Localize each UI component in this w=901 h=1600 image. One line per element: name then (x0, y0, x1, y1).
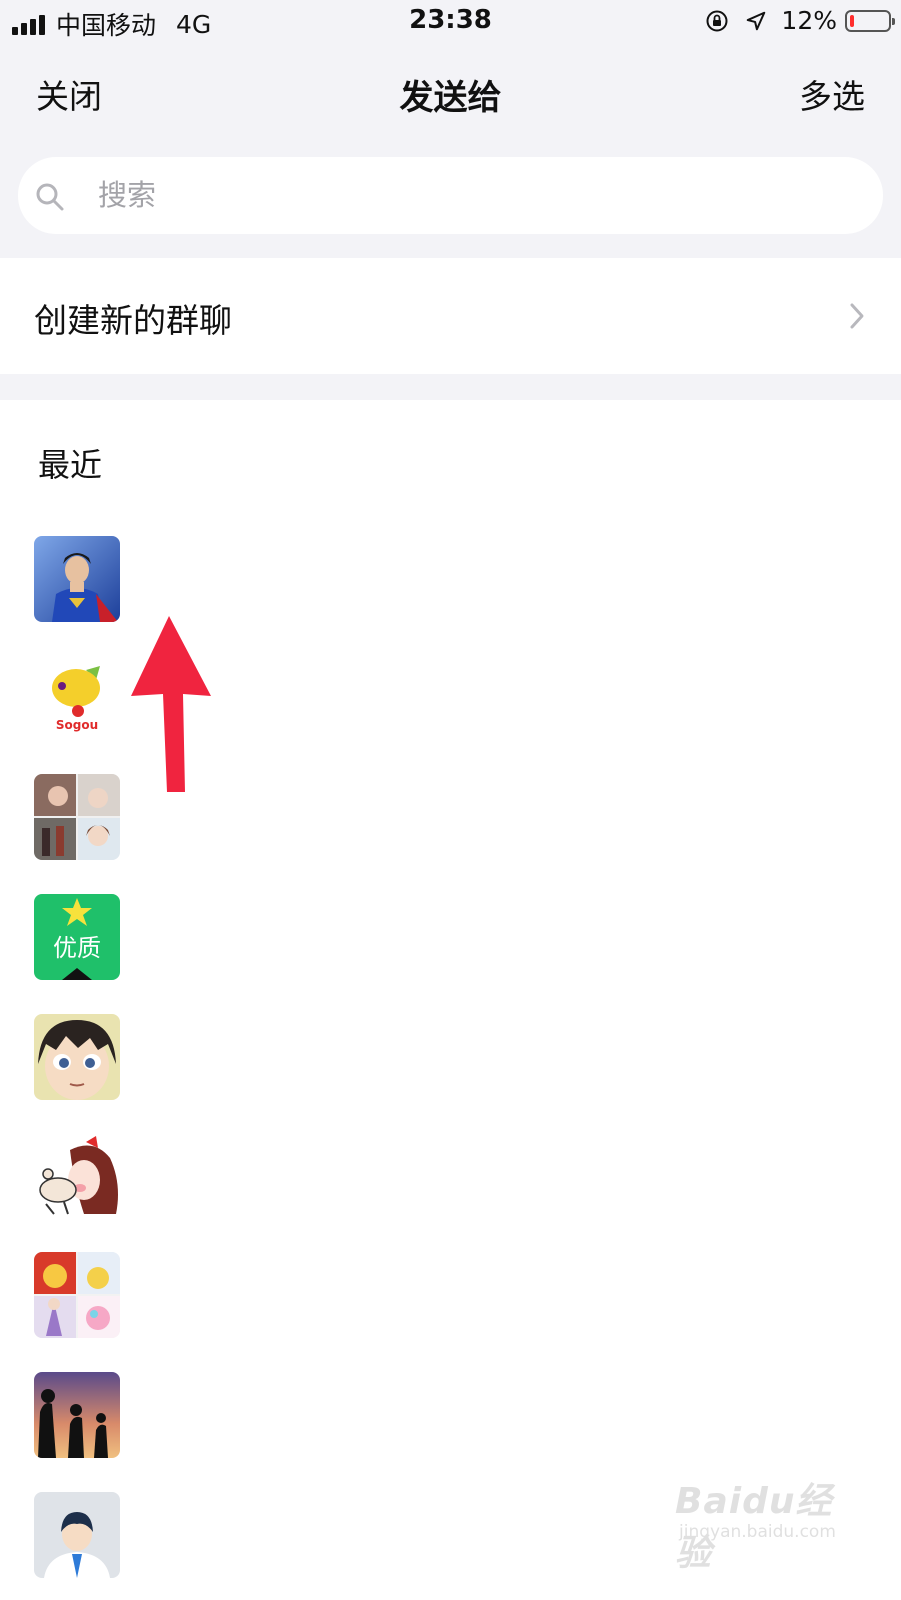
anime-boy-avatar[interactable] (34, 1014, 120, 1100)
location-icon (747, 11, 766, 30)
create-group-row[interactable]: 创建新的群聊 (0, 258, 901, 374)
battery-icon (845, 9, 895, 32)
svg-text:优质: 优质 (53, 934, 101, 962)
battery-percent: 12% (781, 6, 837, 35)
search-bar[interactable] (18, 157, 883, 234)
search-icon (36, 183, 64, 211)
rotation-lock-icon (706, 10, 728, 31)
default-person-avatar[interactable] (34, 1492, 120, 1578)
svg-text:Sogou: Sogou (56, 718, 98, 732)
annotation-arrow-icon (131, 616, 211, 792)
page-title: 发送给 (399, 78, 502, 118)
multi-select-button[interactable]: 多选 (799, 70, 865, 118)
search-input[interactable] (98, 171, 798, 219)
status-bar: 中国移动 4G 23:38 12% (0, 0, 901, 42)
quality-badge-avatar[interactable]: 优质 (34, 894, 120, 980)
superhero-avatar[interactable] (34, 536, 120, 622)
photo-grid-avatar[interactable] (34, 774, 120, 860)
battery-level (850, 14, 854, 27)
baidu-watermark: Baidu经验 jingyan.baidu.com (675, 1472, 865, 1574)
watermark-url: jingyan.baidu.com (679, 1522, 836, 1542)
chevron-right-icon (850, 303, 864, 329)
sunset-silhouette-avatar[interactable] (34, 1372, 120, 1458)
cartoon-girl-avatar[interactable] (34, 1134, 120, 1220)
group-collage-avatar[interactable] (34, 1252, 120, 1338)
sogou-avatar[interactable]: Sogou (34, 656, 120, 742)
navigation-bar: 关闭 发送给 多选 (0, 52, 901, 128)
create-group-label: 创建新的群聊 (34, 301, 232, 340)
section-divider (0, 374, 901, 400)
recent-section-title: 最近 (38, 446, 103, 484)
